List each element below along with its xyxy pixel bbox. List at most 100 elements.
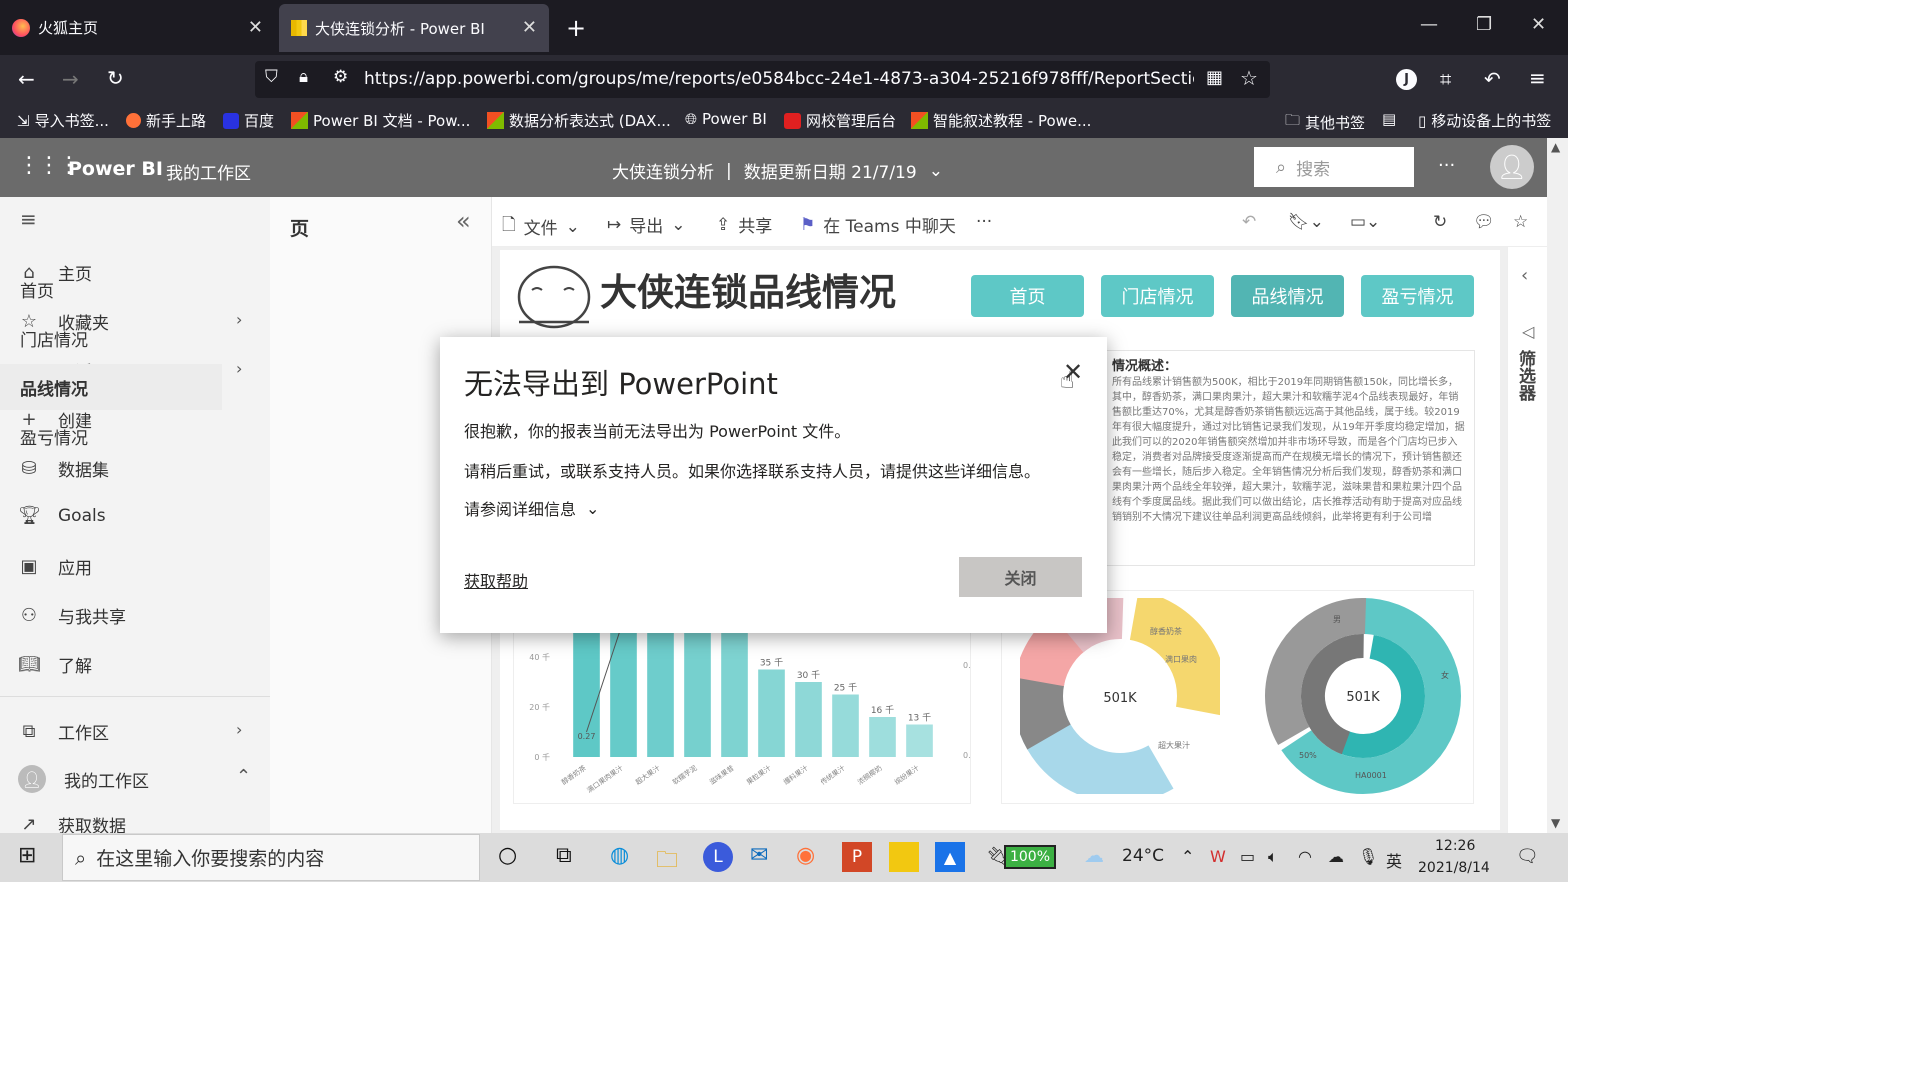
export-menu[interactable]: ↦ 导出 ⌄ [607, 212, 686, 238]
nav-apps[interactable]: ▣ 应用 [18, 554, 92, 579]
notifications-icon[interactable]: 🗨︎ [1516, 846, 1539, 867]
weather-cloud-icon[interactable]: ☁ [1084, 843, 1104, 867]
close-window-icon[interactable]: ✕ [1531, 14, 1546, 35]
details-toggle[interactable]: 请参阅详细信息 ⌄ [464, 496, 599, 520]
page-item-profit-loss[interactable]: 盈亏情况 [20, 424, 88, 449]
undo-icon[interactable]: ↶ [1242, 212, 1256, 232]
file-menu[interactable]: 🗋 文件 ⌄ [502, 212, 580, 241]
onedrive-icon[interactable]: ☁ [1328, 847, 1344, 866]
bookmark-star-icon[interactable]: ☆ [1240, 66, 1258, 90]
edge-icon[interactable]: ◍ [610, 843, 629, 868]
filter-icon[interactable]: ◁ [1522, 322, 1534, 341]
bookmark-icon[interactable]: 🔖︎⌄ [1288, 212, 1324, 232]
minimize-icon[interactable]: — [1420, 14, 1438, 35]
clock-date[interactable]: 2021/8/14 [1418, 860, 1490, 876]
share-button[interactable]: ⇪ 共享 [716, 212, 772, 238]
weather-temp[interactable]: 24°C [1122, 846, 1164, 866]
bookmark-baidu[interactable]: 百度 [223, 110, 274, 131]
chevron-up-icon[interactable]: ⌃ [236, 766, 251, 787]
task-view-icon[interactable]: ⧉ [556, 843, 572, 868]
expand-filters-icon[interactable]: ‹ [1521, 265, 1528, 286]
wifi-icon[interactable]: ◠ [1298, 847, 1312, 866]
browser-tab-firefox-home[interactable]: 火狐主页 ✕ [0, 0, 275, 55]
page-scrollbar[interactable] [1547, 138, 1568, 833]
battery-indicator[interactable]: 100% [1004, 845, 1056, 869]
bookmark-getting-started[interactable]: 新手上路 [126, 110, 206, 131]
nav-learn[interactable]: 📖︎ 了解 [18, 652, 92, 677]
chevron-right-icon[interactable]: › [236, 720, 242, 739]
page-item-product-lines[interactable]: 品线情况 [20, 375, 88, 400]
refresh-icon[interactable]: ↻ [1433, 212, 1447, 232]
qr-code-icon[interactable]: ▦ [1206, 67, 1223, 88]
powerbi-taskbar-icon[interactable] [889, 842, 919, 872]
crop-icon[interactable]: ⌗ [1440, 67, 1451, 91]
bookmark-school-admin[interactable]: 网校管理后台 [784, 110, 896, 131]
get-help-link[interactable]: 获取帮助 [464, 568, 528, 592]
volume-icon[interactable]: 🔈︎ [1268, 847, 1278, 867]
chevron-right-icon[interactable]: › [236, 359, 242, 378]
teams-chat-button[interactable]: ⚑ 在 Teams 中聊天 [800, 212, 956, 238]
page-item-home[interactable]: 首页 [20, 277, 54, 302]
report-nav-profit-button[interactable]: 盈亏情况 [1361, 275, 1474, 317]
browser-tab-powerbi[interactable]: 大侠连锁分析 - Power BI ✕ [279, 4, 549, 52]
mail-icon[interactable]: ✉ [750, 843, 768, 868]
report-nav-home-button[interactable]: 首页 [971, 275, 1084, 317]
url-text[interactable]: https://app.powerbi.com/groups/me/report… [364, 69, 1194, 89]
search-input[interactable]: ⌕ 搜索 [1254, 147, 1414, 187]
microphone-icon[interactable]: 🎙︎ [1358, 847, 1378, 866]
firefox-taskbar-icon[interactable]: ◉ [796, 843, 815, 868]
reload-icon[interactable]: ↻ [107, 66, 124, 90]
close-tab-icon[interactable]: ✕ [522, 17, 537, 38]
chevron-up-icon[interactable]: ⌃ [1181, 847, 1194, 866]
windows-start-icon[interactable]: ⊞ [18, 843, 36, 868]
taskbar-search[interactable]: ⌕ 在这里输入你要搜索的内容 [62, 834, 480, 881]
clock-time[interactable]: 12:26 [1435, 838, 1475, 854]
bookmark-powerbi[interactable]: 🌐︎ Power BI [685, 110, 767, 128]
undo-icon[interactable]: ↶ [1484, 67, 1501, 91]
battery-icon[interactable]: ▭ [1240, 847, 1255, 866]
bookmark-mobile[interactable]: ▯ 移动设备上的书签 [1418, 110, 1551, 131]
workspace-link[interactable]: 我的工作区 [166, 159, 251, 184]
hamburger-icon[interactable]: ≡ [20, 207, 37, 231]
more-toolbar-icon[interactable]: ··· [976, 212, 992, 232]
filters-label[interactable]: 筛选器 [1515, 350, 1538, 401]
ime-indicator[interactable]: 英 [1386, 848, 1402, 872]
photos-icon[interactable]: ▲ [935, 842, 965, 872]
forward-icon[interactable]: → [62, 67, 79, 91]
bookmark-other[interactable]: 🗀 其他书签 [1285, 110, 1365, 135]
new-tab-icon[interactable]: + [566, 14, 586, 42]
favorite-star-icon[interactable]: ☆ [1513, 212, 1528, 232]
comment-icon[interactable]: 💬︎ [1473, 212, 1495, 232]
lock-icon[interactable]: 🔒︎ [299, 67, 308, 87]
bookmark-import[interactable]: ⇲ 导入书签... [17, 110, 109, 131]
permissions-icon[interactable]: ⚙ [333, 67, 348, 87]
more-options-icon[interactable]: ··· [1438, 155, 1455, 176]
user-avatar-icon[interactable]: 👤︎ [1490, 145, 1534, 189]
nav-shared-with-me[interactable]: ⚇ 与我共享 [18, 603, 126, 628]
nav-get-data[interactable]: ↗ 获取数据 [18, 815, 126, 833]
chevron-right-icon[interactable]: › [236, 310, 242, 329]
bookmark-powerbi-docs[interactable]: Power BI 文档 - Pow... [291, 110, 470, 131]
nav-goals[interactable]: 🏆︎ Goals [18, 505, 106, 526]
report-title-dropdown[interactable]: 大侠连锁分析 | 数据更新日期 21/7/19 ⌄ [612, 158, 943, 184]
reader-view-icon[interactable]: ▤ [1382, 110, 1396, 128]
collapse-pane-icon[interactable]: « [456, 207, 471, 235]
page-item-stores[interactable]: 门店情况 [20, 326, 88, 351]
menu-icon[interactable]: ≡ [1529, 66, 1546, 90]
dialog-close-button[interactable]: 关闭 [959, 557, 1082, 597]
powerbi-brand[interactable]: Power BI [68, 158, 163, 180]
powerpoint-icon[interactable]: P [842, 842, 872, 872]
back-icon[interactable]: ← [18, 67, 35, 91]
l-app-icon[interactable]: L [703, 842, 733, 872]
cortana-icon[interactable]: ○ [498, 843, 517, 868]
report-nav-product-lines-button[interactable]: 品线情况 [1231, 275, 1344, 317]
nav-my-workspace[interactable]: 👤︎ 我的工作区 [18, 765, 149, 793]
report-nav-stores-button[interactable]: 门店情况 [1101, 275, 1214, 317]
nav-datasets[interactable]: ⛁ 数据集 [18, 456, 109, 481]
scroll-down-icon[interactable]: ▼ [1551, 816, 1560, 830]
nav-workspaces[interactable]: ⧉ 工作区 [18, 719, 109, 744]
view-icon[interactable]: ▭⌄ [1350, 212, 1380, 232]
restore-icon[interactable]: ❐ [1476, 14, 1492, 35]
shield-icon[interactable]: ⛉ [265, 67, 278, 87]
scroll-up-icon[interactable]: ▲ [1551, 140, 1560, 154]
